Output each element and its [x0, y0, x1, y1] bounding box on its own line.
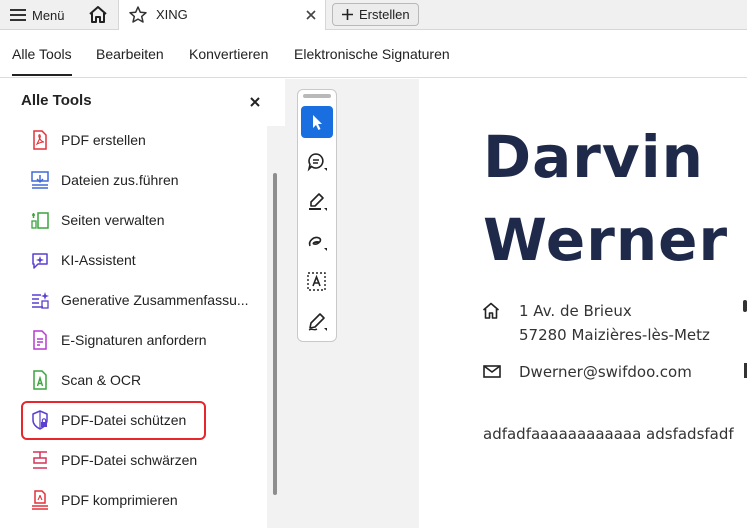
menu-button[interactable]: Menü: [10, 6, 65, 24]
request-esign-icon: [33, 330, 47, 350]
draw-tool-button[interactable]: [301, 226, 333, 258]
home-icon: [89, 6, 107, 23]
text-recognition-icon: [307, 272, 326, 291]
tool-item-scan-ocr[interactable]: Scan & OCR: [0, 360, 268, 400]
scan-ocr-icon: [33, 370, 47, 390]
browser-tab-strip: Menü XING Erstellen: [0, 0, 747, 30]
tool-item-pdf-datei-schwaerzen[interactable]: PDF-Datei schwärzen: [0, 440, 268, 480]
tool-item-label: Dateien zus.führen: [61, 172, 179, 188]
tool-item-pdf-erstellen[interactable]: PDF erstellen: [0, 120, 268, 160]
address-line-1: 1 Av. de Brieux: [519, 302, 632, 320]
home-button[interactable]: [86, 3, 110, 25]
tool-item-label: KI-Assistent: [61, 252, 136, 268]
ai-assistant-icon: [32, 253, 48, 269]
tab-konvertieren[interactable]: Konvertieren: [189, 46, 268, 62]
add-comment-icon: [307, 153, 327, 172]
document-body-text: adfadfaaaaaaaaaaaa adsfadsfadf: [483, 425, 734, 443]
tool-item-ki-assistent[interactable]: KI-Assistent: [0, 240, 268, 280]
highlight-pen-icon: [309, 193, 327, 211]
tool-item-seiten-verwalten[interactable]: Seiten verwalten: [0, 200, 268, 240]
email-text: Dwerner@swifdoo.com: [519, 363, 692, 381]
close-panel-icon[interactable]: [249, 96, 261, 108]
tool-item-label: Seiten verwalten: [61, 212, 165, 228]
tab-bearbeiten[interactable]: Bearbeiten: [96, 46, 164, 62]
tool-item-label: E-Signaturen anfordern: [61, 332, 207, 348]
organize-pages-icon: [31, 212, 49, 229]
address-line-2: 57280 Maizières-lès-Metz: [519, 326, 710, 344]
email-icon: [483, 365, 501, 378]
tool-item-label: Scan & OCR: [61, 372, 142, 388]
tool-item-e-signaturen-anfordern[interactable]: E-Signaturen anfordern: [0, 320, 268, 360]
document-last-name: Werner: [483, 206, 729, 274]
generative-summary-icon: [32, 292, 49, 309]
draw-freeform-icon: [308, 236, 327, 251]
select-tool-button[interactable]: [301, 106, 333, 138]
comment-tool-button[interactable]: [301, 146, 333, 178]
tool-item-generative-zusammenfassung[interactable]: Generative Zusammenfassu...: [0, 280, 268, 320]
new-tab-label: Erstellen: [359, 7, 410, 22]
panel-scrollbar-thumb[interactable]: [273, 173, 277, 495]
fill-sign-tool-button[interactable]: [301, 306, 333, 338]
cut-off-icon: [743, 300, 747, 312]
toolbar-grip[interactable]: [303, 94, 331, 98]
tool-item-label: PDF-Datei schwärzen: [61, 452, 198, 468]
tab-xing[interactable]: XING: [118, 0, 326, 30]
tab-alle-tools[interactable]: Alle Tools: [12, 46, 72, 76]
tool-item-dateien-zusammenfuehren[interactable]: Dateien zus.führen: [0, 160, 268, 200]
tab-title: XING: [156, 7, 188, 22]
document-page: Darvin Werner 1 Av. de Brieux 57280 Maiz…: [419, 79, 747, 528]
tool-item-pdf-komprimieren[interactable]: PDF komprimieren: [0, 480, 268, 520]
new-tab-button[interactable]: Erstellen: [332, 3, 419, 26]
text-recognition-tool-button[interactable]: [301, 266, 333, 298]
menu-label: Menü: [32, 7, 65, 23]
tool-item-label: Generative Zusammenfassu...: [61, 292, 249, 308]
quick-tools-bar: [297, 89, 337, 342]
tab-elektronische-signaturen[interactable]: Elektronische Signaturen: [294, 46, 450, 62]
tool-tabs: Alle Tools Bearbeiten Konvertieren Elekt…: [0, 31, 747, 78]
redact-pdf-icon: [33, 451, 47, 469]
home-address-icon: [482, 302, 500, 319]
plus-icon: [342, 9, 353, 20]
tool-item-label: PDF-Datei schützen: [61, 412, 187, 428]
tool-item-label: PDF erstellen: [61, 132, 146, 148]
document-first-name: Darvin: [483, 123, 704, 191]
protect-pdf-icon: [32, 410, 48, 430]
star-icon[interactable]: [129, 6, 147, 23]
all-tools-panel: Alle Tools PDF erstellen Dateien zus.füh…: [0, 79, 285, 528]
tool-item-pdf-datei-schuetzen[interactable]: PDF-Datei schützen: [0, 400, 268, 440]
select-cursor-icon: [313, 115, 322, 130]
combine-files-icon: [31, 171, 49, 189]
panel-title: Alle Tools: [21, 92, 92, 109]
pdf-create-icon: [33, 130, 47, 150]
fill-sign-icon: [308, 313, 327, 331]
compress-pdf-icon: [32, 490, 48, 510]
hamburger-icon: [10, 9, 26, 21]
close-tab-icon[interactable]: [305, 9, 317, 21]
tool-item-label: PDF komprimieren: [61, 492, 178, 508]
highlight-tool-button[interactable]: [301, 186, 333, 218]
